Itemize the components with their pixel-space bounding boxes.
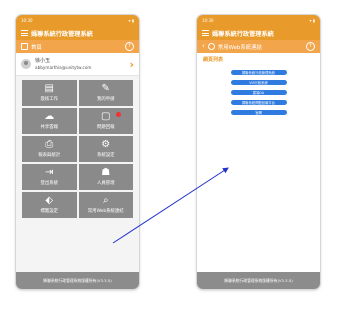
annotation-arrow (112, 167, 229, 244)
